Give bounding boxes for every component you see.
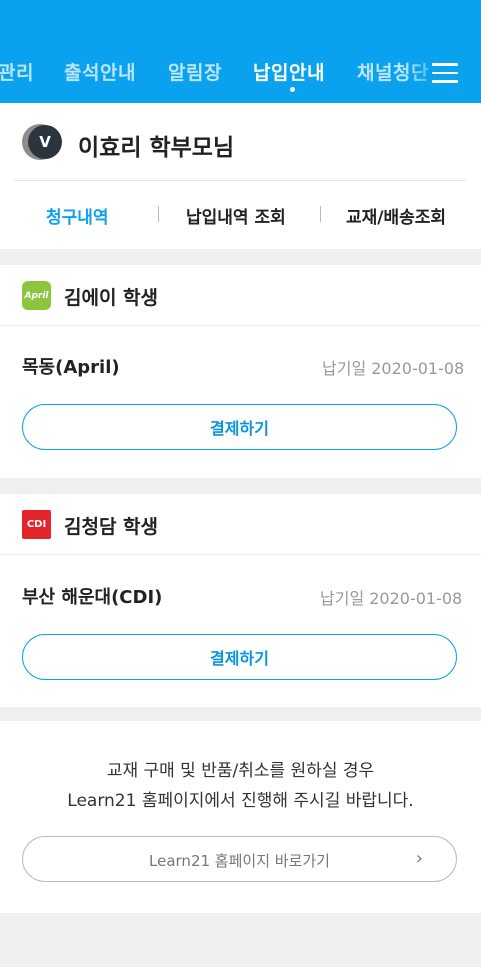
active-tab-indicator [290, 87, 295, 92]
divider [14, 180, 466, 181]
tab-billing[interactable]: 청구내역 [46, 203, 109, 228]
tab-separator [320, 206, 321, 222]
chevron-right-icon: › [415, 848, 423, 869]
student-name: 김에이 학생 [64, 287, 159, 309]
link-label: Learn21 홈페이지 바로가기 [149, 852, 330, 870]
divider [0, 554, 481, 555]
student-name: 김청담 학생 [64, 516, 159, 538]
nav-tab-attendance[interactable]: 출석안내 [64, 58, 136, 85]
hamburger-menu-icon[interactable] [432, 62, 458, 84]
learn21-homepage-link-button[interactable]: Learn21 홈페이지 바로가기 › [22, 836, 457, 882]
branch-name: 목동(April) [22, 357, 120, 378]
nav-tab-notice[interactable]: 알림장 [168, 58, 222, 85]
pay-button[interactable]: 결제하기 [22, 634, 457, 680]
parent-name: 이효리 학부모님 [78, 135, 235, 161]
pay-button[interactable]: 결제하기 [22, 404, 457, 450]
avatar-letter: V [28, 125, 62, 159]
tab-separator [158, 206, 159, 222]
cdi-logo-icon: CDI [22, 510, 51, 539]
notice-line-1: 교재 구매 및 반품/취소를 원하실 경우 [106, 761, 375, 781]
nav-tab-management[interactable]: 관리 [0, 58, 34, 85]
notice-line-2: Learn21 홈페이지에서 진행해 주시길 바랍니다. [67, 791, 414, 811]
due-date: 납기일 2020-01-08 [320, 589, 463, 608]
tab-payment-history[interactable]: 납입내역 조회 [186, 203, 286, 228]
divider [0, 325, 481, 326]
tab-textbook-shipping[interactable]: 교재/배송조회 [346, 203, 446, 228]
nav-tab-payment[interactable]: 납입안내 [253, 58, 325, 85]
branch-name: 부산 해운대(CDI) [22, 587, 163, 608]
due-date: 납기일 2020-01-08 [322, 359, 465, 378]
notice-card [0, 721, 481, 913]
april-logo-icon: April [22, 281, 51, 310]
avatar: V [22, 124, 62, 160]
